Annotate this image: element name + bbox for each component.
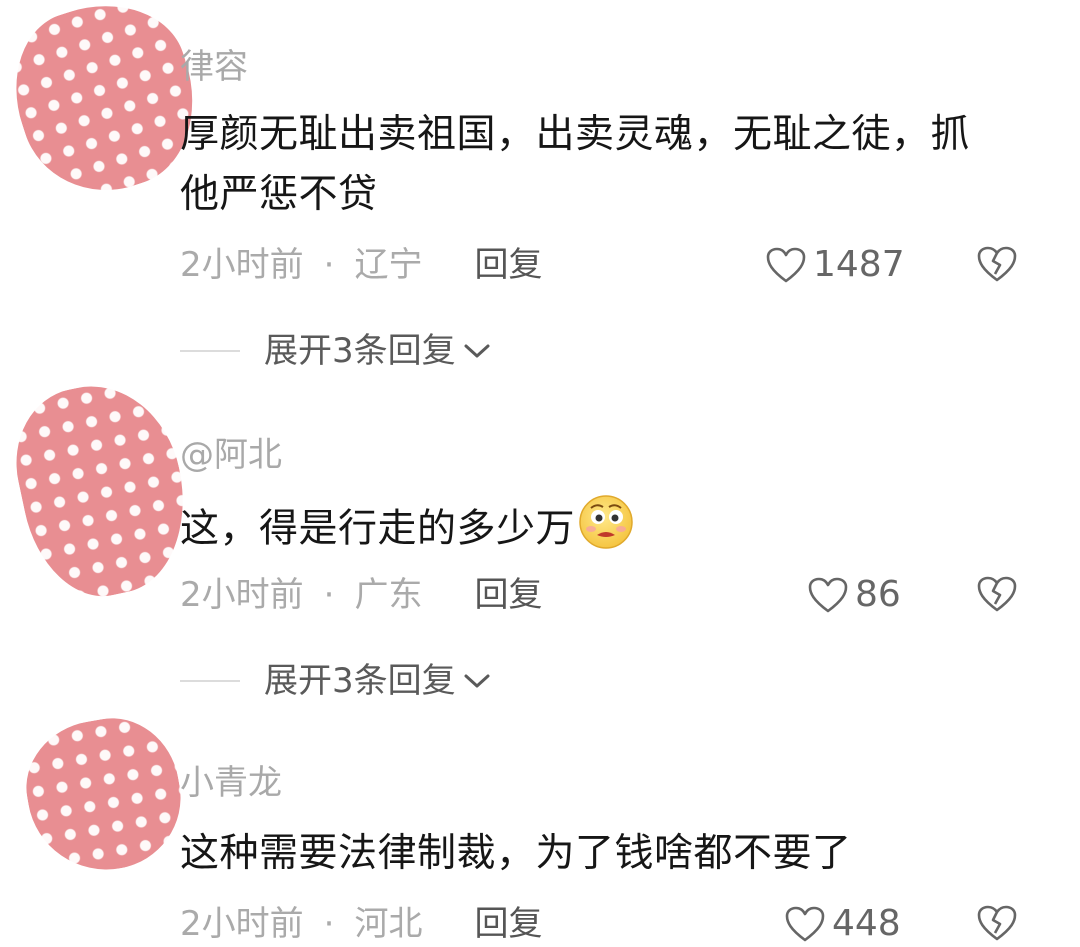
reply-button[interactable]: 回复: [474, 245, 542, 285]
chevron-down-icon: [464, 344, 490, 358]
comment-text-content: 这，得是行走的多少万: [180, 506, 576, 552]
comment-text: 厚颜无耻出卖祖国，出卖灵魂，无耻之徒，抓他严惩不贷: [180, 112, 971, 217]
reply-button[interactable]: 回复: [474, 904, 542, 944]
comment-username[interactable]: @阿北: [180, 438, 282, 472]
meta-separator: ·: [323, 245, 335, 285]
meta-separator: ·: [323, 904, 335, 944]
like-button[interactable]: 86: [807, 576, 901, 614]
comment-username[interactable]: 律容: [180, 50, 248, 84]
heart-outline-icon: [766, 247, 806, 283]
dislike-button[interactable]: [975, 244, 1019, 288]
comment-meta: 2小时前 · 广东 回复: [180, 578, 542, 612]
comment-text: 这，得是行走的多少万: [180, 493, 980, 569]
avatar-privacy-mask: [16, 707, 192, 883]
divider-line: [180, 680, 240, 682]
like-button[interactable]: 1487: [765, 246, 905, 284]
comment-location: 广东: [354, 575, 423, 615]
comment-time: 2小时前: [180, 904, 304, 944]
expand-replies-label: 展开3条回复: [264, 661, 456, 701]
broken-heart-icon: [977, 576, 1017, 612]
dislike-button[interactable]: [975, 574, 1019, 618]
heart-outline-icon: [785, 906, 825, 942]
comment-meta: 2小时前 · 河北 回复: [180, 907, 542, 941]
like-count: 448: [832, 903, 901, 944]
expand-replies-button[interactable]: 展开3条回复: [180, 334, 492, 368]
broken-heart-icon: [977, 905, 1017, 941]
expand-replies-label: 展开3条回复: [264, 331, 456, 371]
like-count: 1487: [813, 244, 905, 285]
broken-heart-icon: [977, 246, 1017, 282]
meta-separator: ·: [323, 575, 335, 615]
divider-line: [180, 350, 240, 352]
chevron-down-icon: [464, 674, 490, 688]
avatar-privacy-mask: [1, 370, 203, 610]
comment-item: 律容 厚颜无耻出卖祖国，出卖灵魂，无耻之徒，抓他严惩不贷 2小时前 · 辽宁 回复 1…: [0, 0, 1080, 368]
dislike-button[interactable]: [975, 903, 1019, 947]
heart-outline-icon: [808, 577, 848, 613]
comment-location: 辽宁: [354, 245, 423, 285]
reply-button[interactable]: 回复: [474, 575, 542, 615]
comment-meta: 2小时前 · 辽宁 回复: [180, 248, 542, 282]
like-button[interactable]: 448: [784, 905, 901, 943]
expand-replies-button[interactable]: 展开3条回复: [180, 664, 492, 698]
worried-face-emoji: [577, 493, 635, 569]
comment-username[interactable]: 小青龙: [180, 766, 282, 800]
comment-time: 2小时前: [180, 245, 304, 285]
comment-text: 这种需要法律制裁，为了钱啥都不要了: [180, 831, 852, 876]
comment-location: 河北: [354, 904, 423, 944]
comment-time: 2小时前: [180, 575, 304, 615]
like-count: 86: [855, 574, 901, 615]
